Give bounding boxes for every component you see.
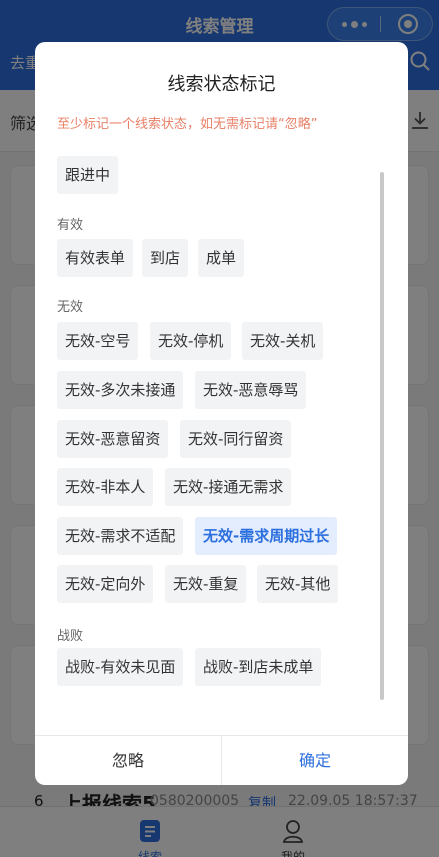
tag-valid-form[interactable]: 有效表单 — [57, 239, 134, 277]
tag-invalid[interactable]: 无效-停机 — [150, 322, 232, 360]
tag-invalid[interactable]: 无效-同行留资 — [180, 420, 292, 458]
tag-invalid[interactable]: 无效-需求不适配 — [57, 517, 184, 555]
group-label-invalid: 无效 — [57, 300, 84, 315]
tag-invalid[interactable]: 无效-其他 — [257, 565, 339, 603]
tag-invalid[interactable]: 无效-恶意留资 — [57, 420, 169, 458]
ignore-button[interactable]: 忽略 — [35, 736, 221, 785]
tag-deal[interactable]: 成单 — [198, 239, 245, 277]
dialog-title: 线索状态标记 — [167, 74, 276, 95]
tag-defeat[interactable]: 战败-有效未见面 — [57, 648, 184, 686]
tag-invalid[interactable]: 无效-非本人 — [57, 468, 154, 506]
tag-invalid[interactable]: 无效-接通无需求 — [165, 468, 292, 506]
confirm-button[interactable]: 确定 — [222, 736, 408, 785]
tag-invalid[interactable]: 无效-多次未接通 — [57, 371, 184, 409]
group-label-defeat: 战败 — [57, 629, 84, 644]
dialog-hint: 至少标记一个线索状态，如无需标记请“忽略” — [57, 117, 318, 132]
tag-invalid[interactable]: 无效-重复 — [165, 565, 247, 603]
tag-invalid[interactable]: 无效-恶意辱骂 — [195, 371, 307, 409]
tag-following[interactable]: 跟进中 — [57, 156, 119, 194]
tag-defeat[interactable]: 战败-到店未成单 — [195, 648, 322, 686]
tag-invalid[interactable]: 无效-定向外 — [57, 565, 154, 603]
tag-visit-store[interactable]: 到店 — [142, 239, 189, 277]
scrollbar[interactable] — [380, 172, 384, 700]
dialog-footer: 忽略 确定 — [35, 735, 408, 785]
tag-invalid[interactable]: 无效-空号 — [57, 322, 139, 360]
status-mark-dialog: 线索状态标记 至少标记一个线索状态，如无需标记请“忽略” 跟进中 有效 有效表单… — [35, 42, 408, 785]
tag-invalid[interactable]: 无效-关机 — [242, 322, 324, 360]
tag-invalid-selected[interactable]: 无效-需求周期过长 — [195, 517, 338, 555]
group-label-valid: 有效 — [57, 218, 84, 233]
